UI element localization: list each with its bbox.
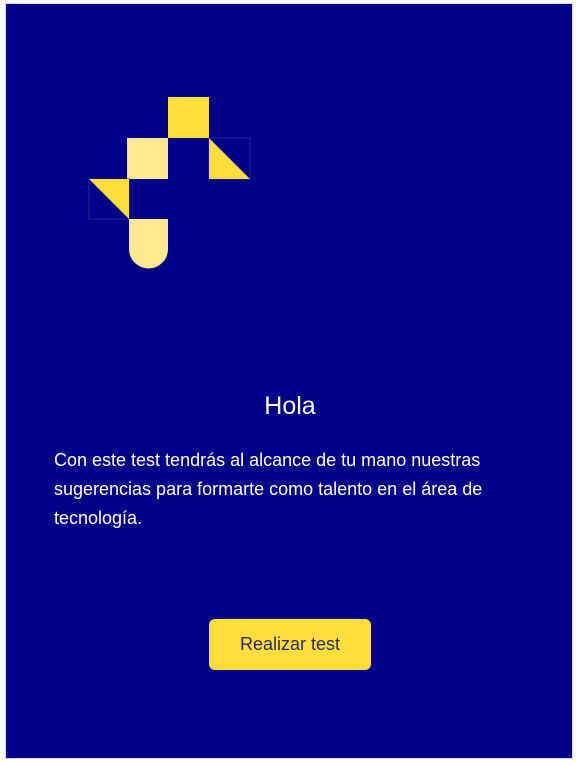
geometric-pixel-logo-icon — [88, 97, 251, 269]
logo-middle-square — [127, 138, 168, 179]
logo-left-triangle — [89, 179, 129, 219]
intro-title: Hola — [264, 392, 316, 420]
logo-top-square — [168, 97, 209, 138]
logo-right-triangle — [209, 138, 250, 179]
start-test-button[interactable]: Realizar test — [209, 619, 371, 670]
logo-rounded-drop — [129, 219, 168, 269]
intro-description: Con este test tendrás al alcance de tu m… — [54, 450, 483, 528]
intro-screen: Hola Con este test tendrás al alcance de… — [5, 3, 573, 759]
